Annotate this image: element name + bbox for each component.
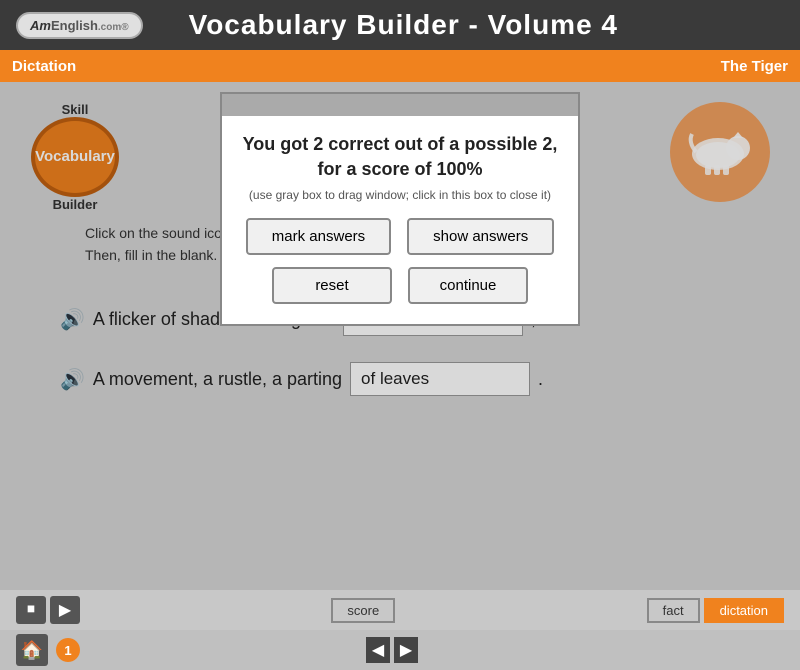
logo: AmEnglish.com® [16,12,143,39]
navbar-lesson: The Tiger [721,58,788,75]
modal-drag-handle[interactable] [222,94,578,116]
main-content: Skill Vocabulary Builder Click on the so… [0,82,800,590]
home-area: 🏠 1 [16,634,80,666]
continue-button[interactable]: continue [408,267,528,304]
modal-overlay[interactable]: You got 2 correct out of a possible 2,fo… [0,82,800,590]
score-button[interactable]: score [331,598,395,623]
prev-arrow-button[interactable]: ◀ [366,637,390,663]
play-button[interactable]: ▶ [50,596,80,624]
modal-dialog[interactable]: You got 2 correct out of a possible 2,fo… [220,92,580,326]
mode-buttons: fact dictation [647,598,784,623]
stop-button[interactable]: ⏹ [16,596,46,624]
fact-button[interactable]: fact [647,598,700,623]
playback-controls: ⏹ ▶ [16,596,80,624]
reset-button[interactable]: reset [272,267,392,304]
navigation-arrows: ◀ ▶ [366,637,418,663]
modal-buttons-row2: reset continue [242,267,558,304]
logo-area: AmEnglish.com® [16,12,143,39]
navbar-section: Dictation [12,58,76,75]
page-number-badge: 1 [56,638,80,662]
modal-body[interactable]: You got 2 correct out of a possible 2,fo… [222,116,578,324]
page-title: Vocabulary Builder - Volume 4 [189,9,618,41]
modal-buttons-row1: mark answers show answers [242,218,558,255]
header: AmEnglish.com® Vocabulary Builder - Volu… [0,0,800,50]
modal-hint: (use gray box to drag window; click in t… [242,188,558,202]
next-arrow-button[interactable]: ▶ [394,637,418,663]
modal-score-text: You got 2 correct out of a possible 2,fo… [242,132,558,182]
footer-bar1: ⏹ ▶ score fact dictation [0,590,800,630]
dictation-button[interactable]: dictation [704,598,784,623]
show-answers-button[interactable]: show answers [407,218,554,255]
navbar: Dictation The Tiger [0,50,800,82]
home-button[interactable]: 🏠 [16,634,48,666]
footer-bar2: 🏠 1 ◀ ▶ [0,630,800,670]
mark-answers-button[interactable]: mark answers [246,218,391,255]
